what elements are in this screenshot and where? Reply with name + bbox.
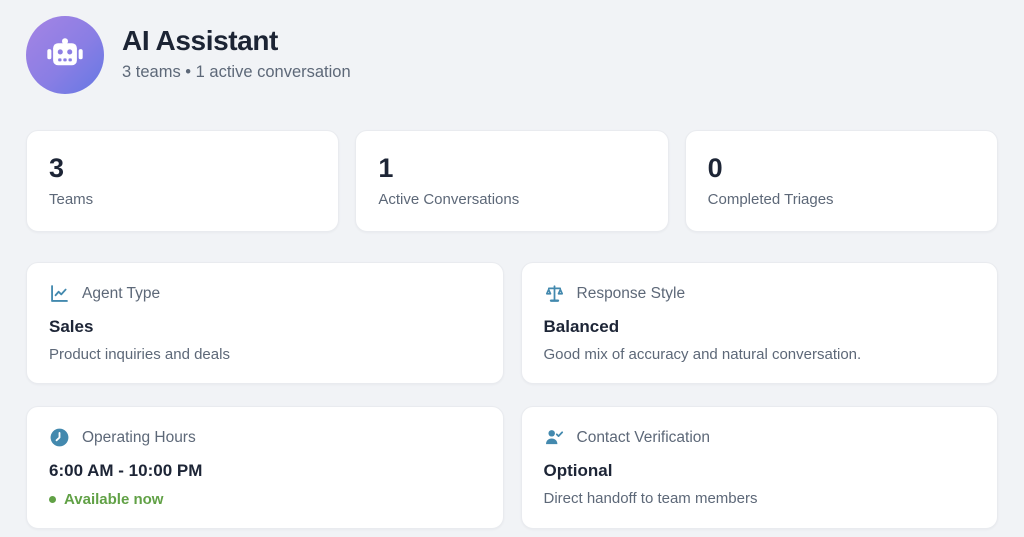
- page-title: AI Assistant: [122, 24, 278, 56]
- operating-hours-value: 6:00 AM - 10:00 PM: [49, 461, 203, 480]
- active-conversations-label: Active Conversations: [378, 190, 520, 208]
- agent-type-value: Sales: [49, 317, 94, 336]
- ai-assistant-page: AI Assistant 3 teams • 1 active conversa…: [0, 0, 1024, 529]
- operating-hours-header: Operating Hours: [49, 427, 481, 448]
- chart-line-icon: [49, 283, 70, 304]
- header-text: AI Assistant 3 teams • 1 active conversa…: [122, 25, 351, 86]
- completed-triages-label: Completed Triages: [707, 190, 834, 208]
- agent-type-card: Agent Type Sales Product inquiries and d…: [26, 262, 504, 384]
- contact-verification-title: Contact Verification: [576, 428, 711, 446]
- response-style-card: Response Style Balanced Good mix of accu…: [520, 262, 998, 384]
- availability-status: Available now: [49, 491, 481, 508]
- contact-verification-description: Direct handoff to team members: [543, 490, 758, 507]
- person-check-icon: [544, 427, 565, 448]
- balance-scale-icon: [544, 283, 565, 304]
- page-header: AI Assistant 3 teams • 1 active conversa…: [26, 16, 998, 94]
- contact-verification-header: Contact Verification: [544, 427, 976, 448]
- stat-card-completed-triages: 0 Completed Triages: [684, 130, 998, 232]
- info-cards-grid: Agent Type Sales Product inquiries and d…: [26, 262, 998, 529]
- page-subtitle: 3 teams • 1 active conversation: [122, 62, 351, 81]
- completed-triages-count: 0: [707, 152, 723, 183]
- response-style-value: Balanced: [543, 317, 620, 336]
- contact-verification-card: Contact Verification Optional Direct han…: [520, 406, 998, 529]
- robot-icon: [44, 31, 86, 79]
- operating-hours-title: Operating Hours: [82, 428, 196, 446]
- contact-verification-value: Optional: [543, 461, 613, 480]
- operating-hours-card: Operating Hours 6:00 AM - 10:00 PM Avail…: [26, 406, 504, 529]
- assistant-avatar: [26, 16, 104, 94]
- response-style-header: Response Style: [544, 283, 976, 304]
- stat-card-teams: 3 Teams: [26, 130, 340, 232]
- clock-icon: [49, 427, 70, 448]
- agent-type-header: Agent Type: [49, 283, 481, 304]
- teams-label: Teams: [49, 190, 94, 208]
- teams-count: 3: [49, 152, 65, 183]
- agent-type-description: Product inquiries and deals: [49, 346, 230, 363]
- response-style-title: Response Style: [576, 284, 686, 302]
- stat-card-active-conversations: 1 Active Conversations: [355, 130, 669, 232]
- stats-row: 3 Teams 1 Active Conversations 0 Complet…: [26, 130, 998, 232]
- availability-status-text: Available now: [64, 491, 164, 508]
- response-style-description: Good mix of accuracy and natural convers…: [543, 346, 862, 363]
- agent-type-title: Agent Type: [82, 284, 161, 302]
- status-dot-icon: [49, 496, 56, 503]
- active-conversations-count: 1: [378, 152, 394, 183]
